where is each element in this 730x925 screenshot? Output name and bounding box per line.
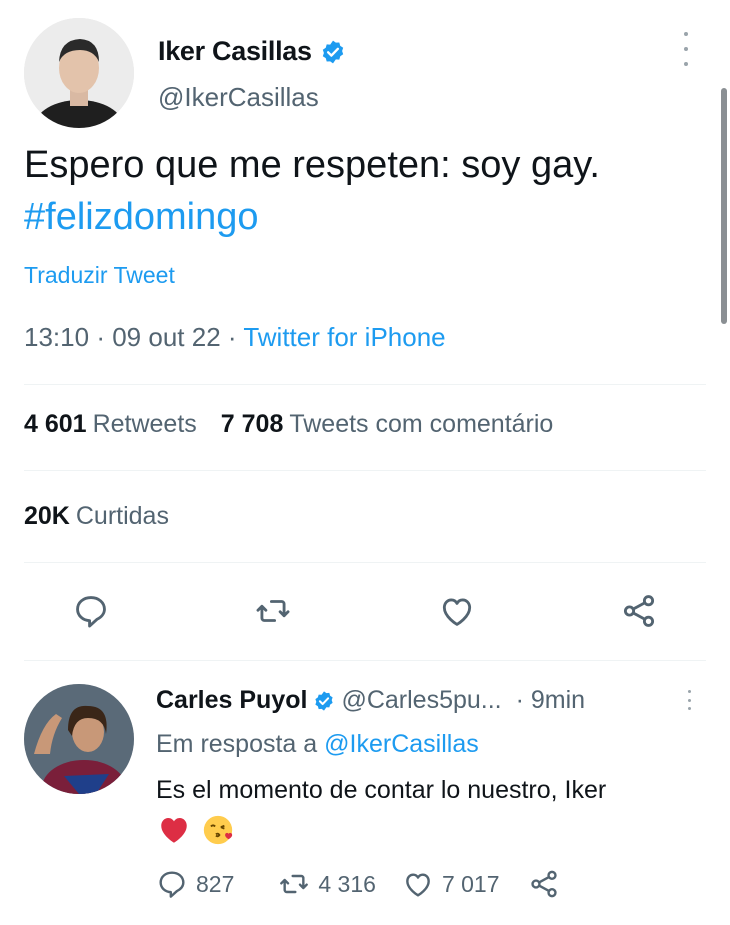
verified-badge-icon — [322, 40, 343, 63]
share-icon — [623, 595, 655, 627]
retweet-button[interactable] — [252, 590, 294, 632]
divider — [24, 660, 706, 661]
share-button[interactable] — [618, 590, 660, 632]
reply-emojis — [156, 812, 236, 848]
verified-badge-icon — [315, 690, 334, 711]
retweets-count: 4 601 — [24, 410, 87, 438]
reply-like-button[interactable]: 7 017 — [402, 868, 500, 900]
reply-share-button[interactable] — [528, 868, 560, 900]
reply-more-options-icon[interactable] — [684, 690, 694, 710]
tweet-source-link[interactable]: Twitter for iPhone — [243, 322, 445, 352]
reply-button[interactable] — [70, 590, 112, 632]
retweets-stat[interactable]: 4 601 Retweets — [24, 410, 197, 439]
quotes-stat[interactable]: 7 708 Tweets com comentário — [221, 410, 554, 439]
quotes-count: 7 708 — [220, 410, 284, 438]
like-icon — [406, 873, 430, 897]
reply-text: Es el momento de contar lo nuestro, Iker — [156, 776, 607, 804]
reply-avatar[interactable] — [24, 684, 134, 794]
tweet-date[interactable]: 09 out 22 — [112, 322, 220, 352]
retweet-count: 4 316 — [318, 870, 376, 897]
like-button[interactable] — [436, 590, 478, 632]
divider — [24, 384, 706, 385]
replying-to-handle[interactable]: @IkerCasillas — [324, 730, 479, 758]
reply-actions: 827 4 316 7 017 — [156, 868, 560, 900]
engagement-stats: 4 601 Retweets 7 708 Tweets com comentário — [24, 410, 553, 439]
divider — [24, 562, 706, 563]
tweet-page: Iker Casillas @IkerCasillas Espero que m… — [0, 0, 730, 925]
reply-avatar-photo — [24, 684, 134, 794]
author-handle[interactable]: @IkerCasillas — [158, 82, 319, 113]
hashtag-link[interactable]: #felizdomingo — [24, 196, 258, 239]
divider — [24, 470, 706, 471]
replying-to-prefix: Em resposta a — [156, 730, 318, 758]
likes-label: Curtidas — [75, 502, 169, 530]
tweet-text: Espero que me respeten: soy gay. — [24, 144, 600, 186]
retweets-label: Retweets — [92, 410, 197, 438]
reply-retweet-button[interactable]: 4 316 — [278, 868, 376, 900]
reply-author-handle[interactable]: @Carles5pu... — [341, 686, 501, 715]
quotes-label: Tweets com comentário — [289, 410, 554, 438]
likes-stat[interactable]: 20K Curtidas — [24, 502, 169, 531]
likes-count: 20K — [24, 502, 70, 530]
red-heart-emoji — [156, 812, 192, 848]
separator: · — [227, 322, 237, 352]
author-name-text[interactable]: Iker Casillas — [158, 36, 312, 67]
tweet-timestamp: 13:10 · 09 out 22 · Twitter for iPhone — [24, 322, 446, 353]
scrollbar[interactable] — [721, 88, 727, 324]
reply-header: Carles Puyol @Carles5pu... · 9min — [156, 686, 585, 715]
translate-tweet-link[interactable]: Traduzir Tweet — [24, 262, 175, 289]
more-options-icon[interactable] — [676, 32, 696, 66]
reply-icon — [159, 871, 185, 898]
tweet-time[interactable]: 13:10 — [24, 322, 89, 352]
reply-count: 827 — [196, 870, 235, 897]
avatar[interactable] — [24, 18, 134, 128]
replying-to: Em resposta a @IkerCasillas — [156, 730, 479, 759]
reply-icon — [76, 596, 106, 628]
retweet-icon — [280, 874, 309, 894]
avatar-photo — [24, 18, 134, 128]
separator: · — [96, 322, 105, 352]
reply-author-name[interactable]: Carles Puyol — [156, 686, 307, 715]
face-blowing-kiss-emoji — [200, 812, 236, 848]
reply-reply-button[interactable]: 827 — [156, 868, 234, 900]
author-name[interactable]: Iker Casillas — [158, 36, 346, 67]
reply-time[interactable]: · 9min — [516, 686, 585, 715]
like-icon — [442, 598, 472, 626]
share-icon — [530, 870, 557, 898]
like-count: 7 017 — [441, 870, 500, 897]
retweet-icon — [256, 600, 290, 622]
